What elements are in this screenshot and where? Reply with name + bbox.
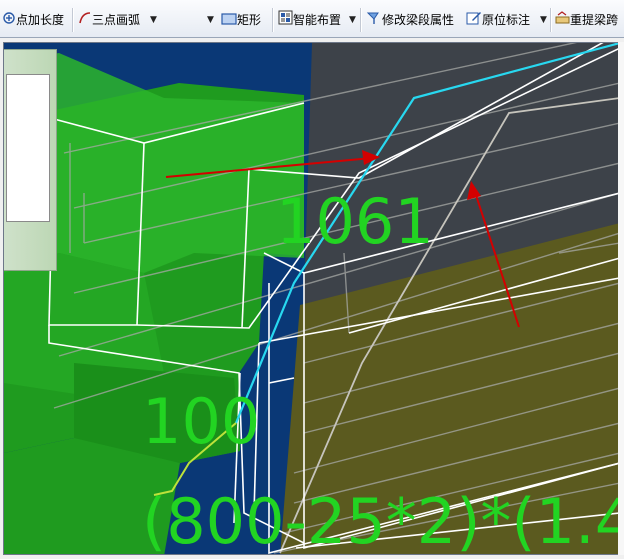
modify-beam-segment-properties-label: 修改梁段属性	[382, 13, 455, 27]
rectangle-icon	[221, 11, 237, 31]
toolbar-separator	[550, 8, 552, 32]
point-add-length-label: 点加长度	[16, 13, 65, 27]
floating-side-panel[interactable]	[4, 49, 57, 271]
rectangle-button[interactable]: 矩形	[221, 10, 261, 30]
arc-icon	[78, 11, 92, 31]
formula-label: (800-25*2)*(1.41	[142, 485, 618, 555]
re-extract-span-icon	[555, 10, 570, 31]
smart-layout-label: 智能布置	[293, 13, 342, 27]
modify-properties-icon	[366, 11, 382, 31]
modify-beam-segment-properties-button[interactable]: 修改梁段属性	[366, 10, 454, 30]
smart-layout-dropdown-icon[interactable]: ▼	[349, 10, 356, 30]
re-extract-beam-span-label: 重提梁跨	[570, 13, 619, 27]
point-add-length-icon	[2, 11, 16, 31]
three-point-arc-dropdown-icon[interactable]: ▼	[150, 10, 157, 30]
draw-mode-dropdown-icon[interactable]: ▼	[207, 10, 214, 30]
floating-panel-content	[6, 74, 50, 222]
point-add-length-button[interactable]: 点加长度	[2, 10, 64, 30]
in-situ-annotation-dropdown-icon[interactable]: ▼	[540, 10, 547, 30]
grid-layout-icon	[278, 10, 293, 31]
three-point-arc-label: 三点画弧	[92, 13, 141, 27]
in-situ-annotation-button[interactable]: 原位标注	[466, 10, 530, 30]
in-situ-annotation-label: 原位标注	[482, 13, 531, 27]
toolbar: 点加长度 三点画弧 ▼ ▼ 矩形 智能布置 ▼ 修改梁段属性 原位标注 ▼ 重提…	[0, 0, 624, 38]
three-point-arc-button[interactable]: 三点画弧	[78, 10, 140, 30]
rectangle-label: 矩形	[237, 13, 262, 27]
re-extract-beam-span-button[interactable]: 重提梁跨	[555, 10, 618, 30]
model-canvas[interactable]	[4, 43, 619, 555]
annotation-pencil-icon	[466, 10, 482, 31]
dimension-label-1061: 1061	[276, 185, 434, 258]
3d-viewport[interactable]: 1061 100 (800-25*2)*(1.41	[3, 42, 619, 555]
toolbar-separator	[72, 8, 74, 32]
dimension-label-100: 100	[142, 385, 261, 458]
window-right-frame	[618, 42, 624, 555]
toolbar-separator	[272, 8, 274, 32]
toolbar-separator	[360, 8, 362, 32]
smart-layout-button[interactable]: 智能布置	[278, 10, 341, 30]
